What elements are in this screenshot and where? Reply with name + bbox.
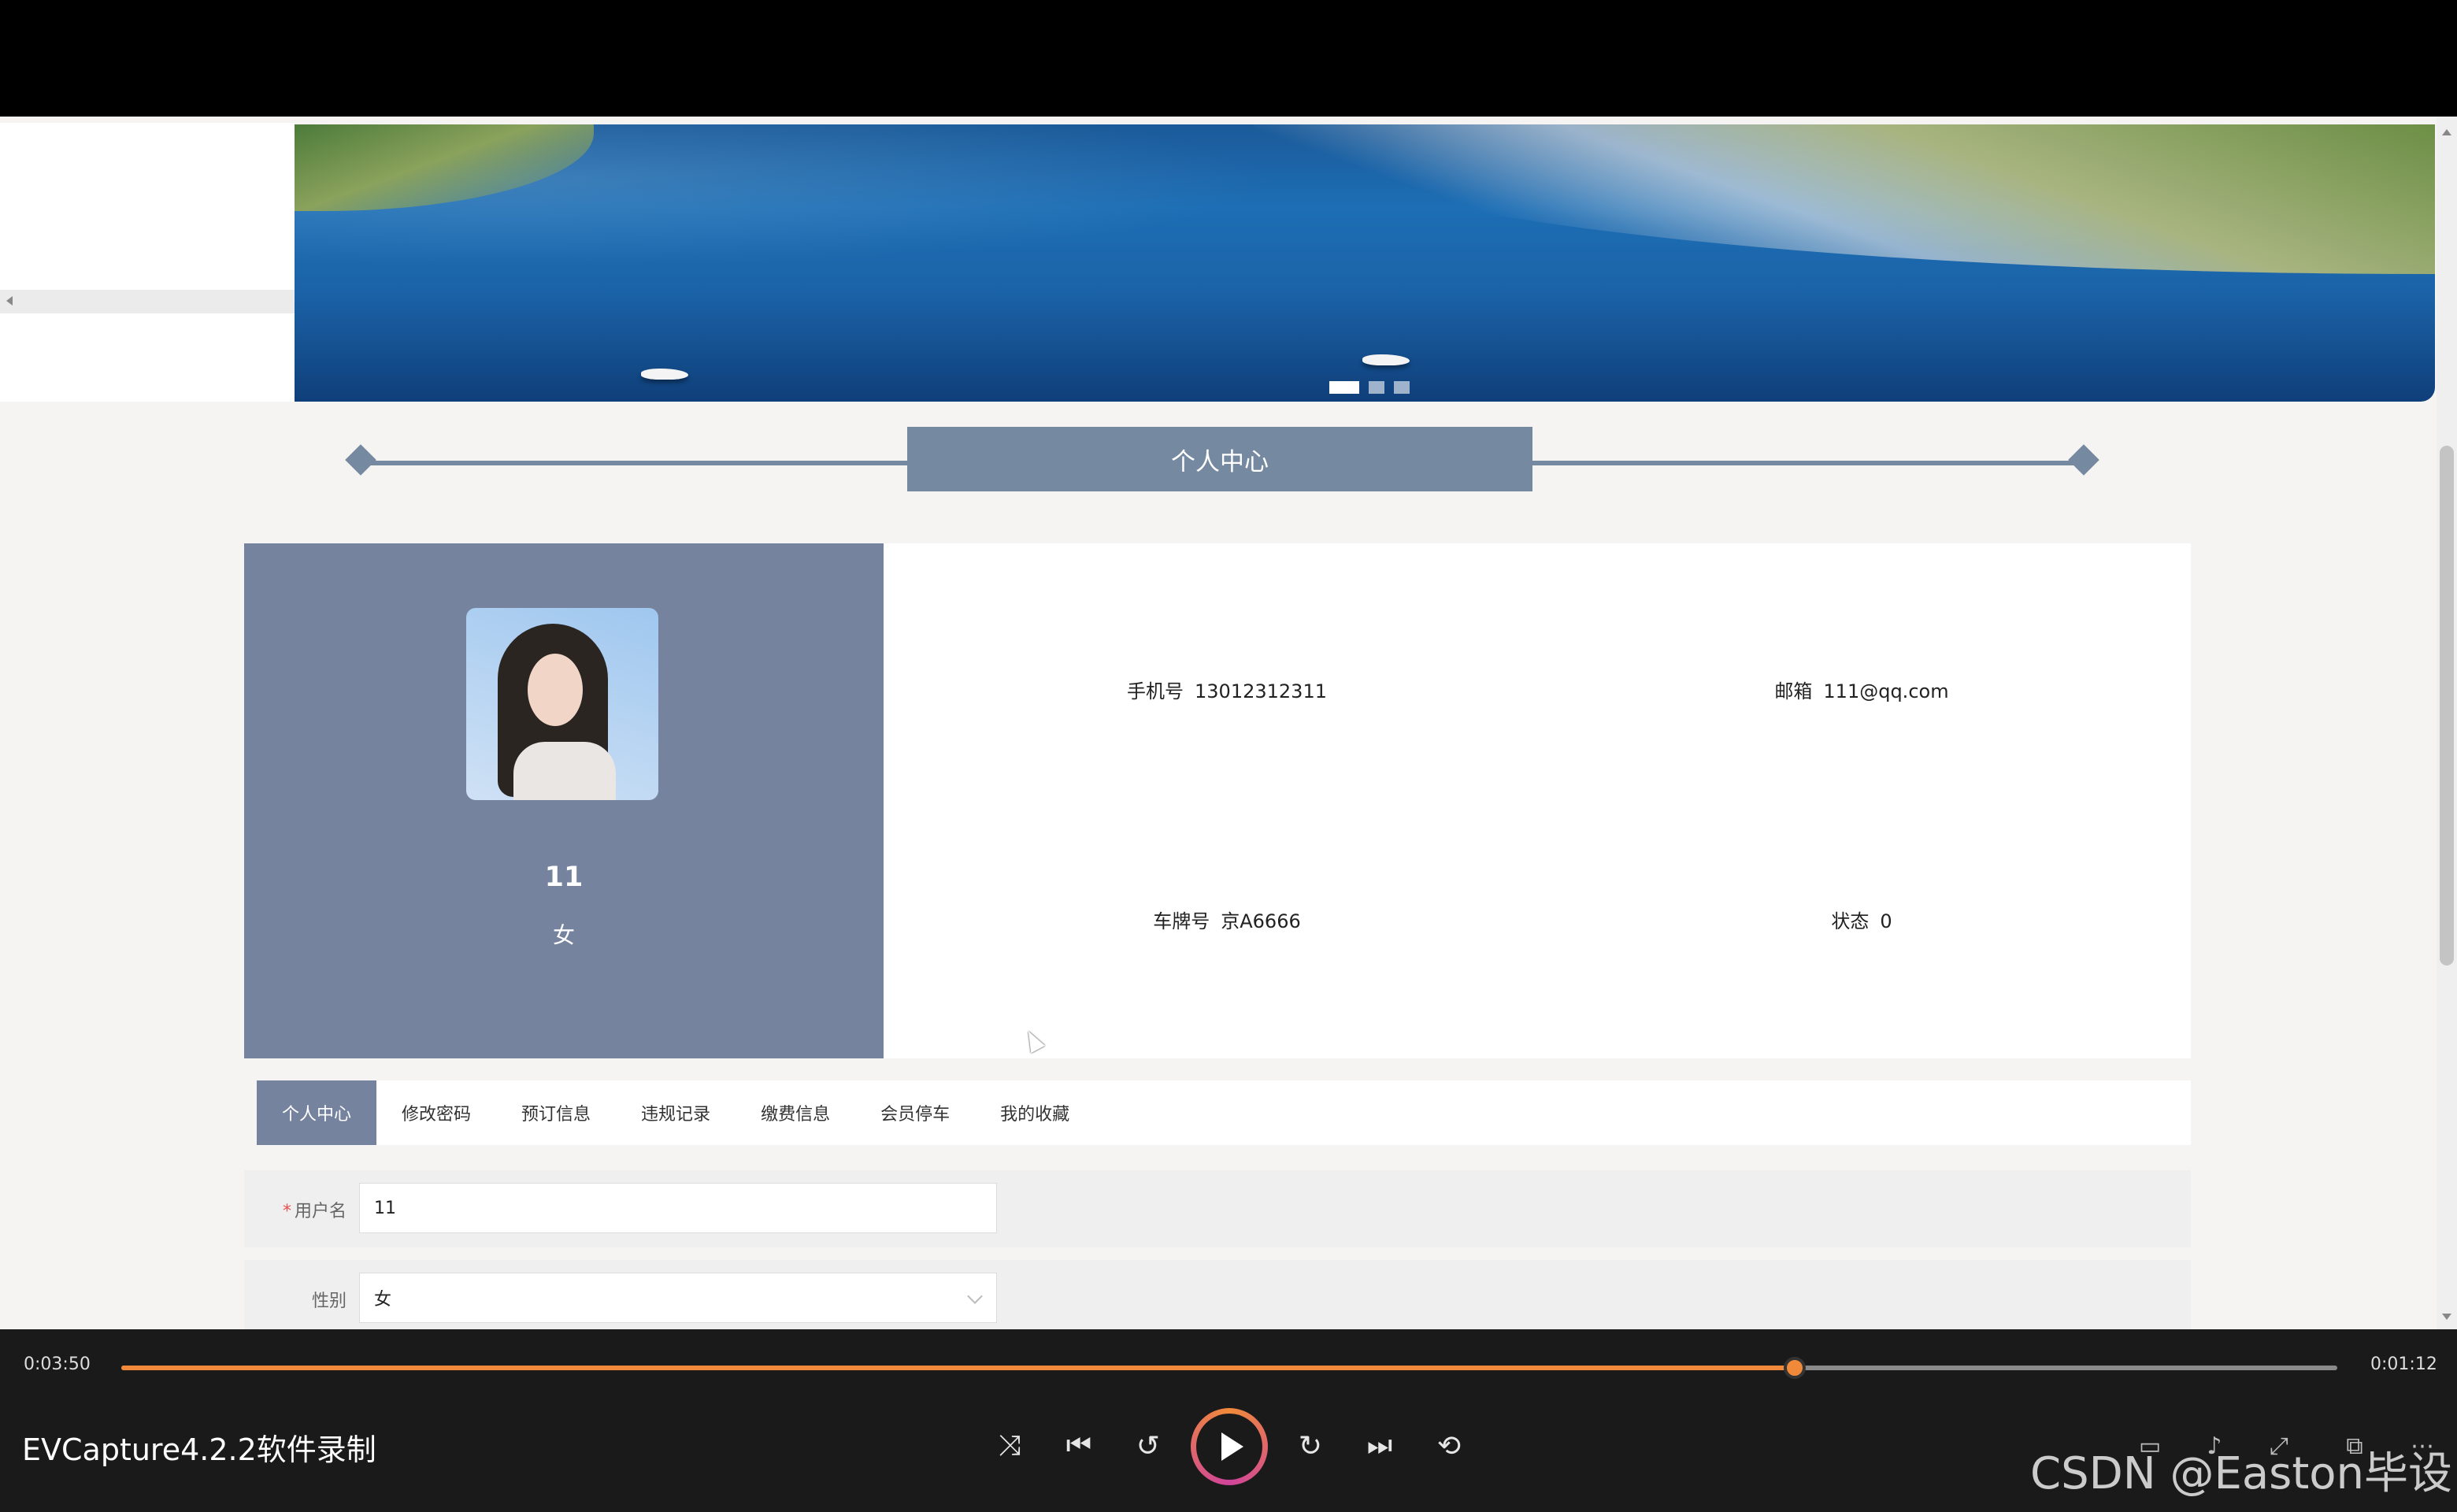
progress-bar[interactable]: [121, 1357, 2337, 1379]
web-page: 个人中心 11 女 手机号 13012312311 邮箱 111@qq.com 车牌…: [0, 117, 2457, 1329]
info-email: 邮箱 111@qq.com: [1665, 676, 2059, 703]
required-mark: *: [282, 1202, 291, 1221]
elapsed-time: 0:03:50: [24, 1354, 91, 1374]
play-inner: [1196, 1414, 1262, 1480]
profile-username: 11: [544, 862, 584, 893]
shuffle-icon[interactable]: ⤨: [986, 1422, 1033, 1469]
banner-image-boat: [641, 369, 688, 380]
play-icon: [1221, 1432, 1243, 1461]
previous-icon[interactable]: ⏮: [1055, 1422, 1102, 1469]
info-email-value: 111@qq.com: [1823, 680, 1949, 702]
info-plate-value: 京A6666: [1221, 910, 1301, 932]
gender-select-value: 女: [374, 1290, 392, 1310]
profile-gender: 女: [552, 922, 575, 948]
tab-member-parking[interactable]: 会员停车: [855, 1080, 975, 1145]
top-black-bar: [0, 0, 2457, 117]
repeat-off-icon[interactable]: ⟲: [1425, 1422, 1473, 1469]
profile-tabs: 个人中心 修改密码 预订信息 违规记录 缴费信息 会员停车 我的收藏: [257, 1080, 2191, 1145]
carousel-indicators: [1329, 381, 1410, 394]
info-plate-label: 车牌号: [1153, 910, 1210, 932]
chevron-down-icon: [967, 1288, 983, 1304]
banner-image-shore-right: [1254, 124, 2435, 274]
info-plate: 车牌号 京A6666: [1030, 906, 1424, 933]
tab-payments[interactable]: 缴费信息: [736, 1080, 855, 1145]
tab-change-password[interactable]: 修改密码: [376, 1080, 496, 1145]
banner-carousel[interactable]: [295, 124, 2435, 402]
info-phone: 手机号 13012312311: [1030, 676, 1424, 703]
section-title: 个人中心: [907, 427, 1532, 491]
info-status: 状态 0: [1665, 906, 2059, 933]
progress-handle[interactable]: [1783, 1357, 1806, 1379]
vertical-scrollbar[interactable]: [2437, 117, 2457, 1329]
horizontal-scrollbar[interactable]: [0, 290, 295, 313]
gender-select[interactable]: 女: [359, 1273, 997, 1323]
username-label: * 用户名: [244, 1197, 346, 1222]
scroll-up-arrow-icon[interactable]: [2442, 129, 2451, 135]
watermark-text: CSDN @Easton毕设: [2030, 1448, 2453, 1499]
scroll-down-arrow-icon[interactable]: [2442, 1314, 2451, 1320]
profile-card: 11 女: [244, 543, 884, 1058]
left-blank-panel: [0, 123, 295, 402]
banner-image-shore-left: [295, 124, 594, 211]
remaining-time: 0:01:12: [2370, 1354, 2437, 1374]
tab-violations[interactable]: 违规记录: [616, 1080, 736, 1145]
tab-personal-center[interactable]: 个人中心: [257, 1080, 377, 1145]
rewind-10-icon[interactable]: ↺: [1125, 1422, 1172, 1469]
username-input[interactable]: 11: [359, 1183, 997, 1233]
carousel-dot-1[interactable]: [1329, 381, 1359, 394]
play-button[interactable]: [1191, 1408, 1268, 1485]
next-icon[interactable]: ⏭: [1356, 1422, 1403, 1469]
progress-fill: [121, 1366, 1795, 1370]
info-email-label: 邮箱: [1774, 680, 1813, 702]
carousel-dot-3[interactable]: [1394, 381, 1410, 394]
title-line-left: [361, 461, 912, 465]
info-status-label: 状态: [1831, 910, 1870, 932]
banner-image-boat: [1362, 354, 1410, 365]
section-title-row: 个人中心: [342, 427, 2099, 498]
forward-30-icon[interactable]: ↻: [1287, 1422, 1334, 1469]
tab-reservations[interactable]: 预订信息: [496, 1080, 616, 1145]
avatar-cloth: [513, 742, 616, 800]
tab-favorites[interactable]: 我的收藏: [975, 1080, 1095, 1145]
info-status-value: 0: [1880, 910, 1892, 932]
info-phone-value: 13012312311: [1195, 680, 1327, 702]
title-line-right: [1531, 461, 2082, 465]
diamond-right-icon: [2068, 444, 2099, 476]
scrollbar-thumb[interactable]: [2440, 446, 2454, 965]
recording-title: EVCapture4.2.2软件录制: [22, 1432, 376, 1467]
diamond-left-icon: [345, 444, 376, 476]
info-phone-label: 手机号: [1127, 680, 1184, 702]
gender-label: 性别: [311, 1292, 346, 1311]
carousel-dot-2[interactable]: [1369, 381, 1384, 394]
username-label-text: 用户名: [294, 1202, 346, 1221]
form-row-gender: 性别 女: [244, 1260, 2191, 1329]
video-player-bar: 0:03:50 0:01:12 EVCapture4.2.2软件录制 ⤨ ⏮ ↺…: [0, 1329, 2457, 1512]
form-row-username: * 用户名 11: [244, 1170, 2191, 1247]
profile-info-panel: 手机号 13012312311 邮箱 111@qq.com 车牌号 京A6666 状态…: [884, 543, 2191, 1058]
avatar-face: [528, 654, 583, 726]
scroll-left-arrow-icon[interactable]: [6, 296, 13, 306]
avatar: [466, 608, 658, 800]
